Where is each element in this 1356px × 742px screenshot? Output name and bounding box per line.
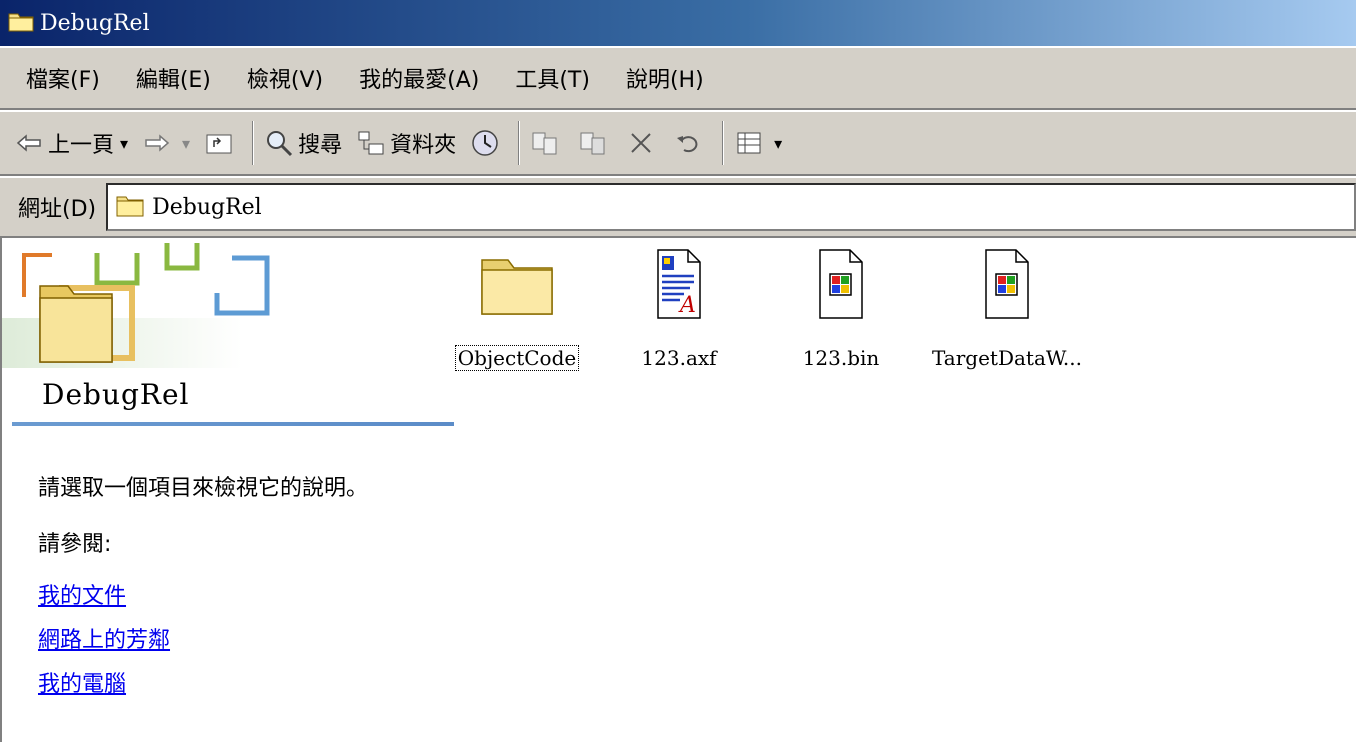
back-button[interactable]: 上一頁 ▾ [14, 121, 128, 165]
back-arrow-icon [14, 128, 44, 158]
history-button[interactable] [470, 121, 504, 165]
search-icon [264, 128, 294, 158]
toolbar-separator [252, 121, 255, 165]
search-button[interactable]: 搜尋 [264, 121, 342, 165]
menu-favorites[interactable]: 我的最愛(A) [359, 62, 479, 94]
link-my-documents[interactable]: 我的文件 [38, 578, 126, 610]
folder-icon [8, 10, 34, 36]
close-icon [626, 128, 656, 158]
back-label: 上一頁 [48, 133, 115, 158]
document-icon: A [657, 249, 701, 319]
search-label: 搜尋 [298, 133, 343, 158]
undo-icon [674, 128, 704, 158]
menu-bar: 檔案(F) 編輯(E) 檢視(V) 我的最愛(A) 工具(T) 說明(H) [0, 46, 1356, 110]
history-icon [470, 128, 500, 158]
up-folder-button[interactable] [204, 121, 238, 165]
views-button[interactable]: ▾ [734, 121, 782, 165]
file-item[interactable]: 123.bin [766, 248, 916, 378]
file-name: ObjectCode [442, 345, 592, 371]
file-name: 123.axf [641, 346, 717, 370]
pane-divider [12, 422, 454, 426]
undo-button[interactable] [674, 121, 708, 165]
file-item[interactable]: TargetDataW... [932, 248, 1082, 378]
link-my-computer[interactable]: 我的電腦 [38, 666, 126, 698]
move-to-icon [530, 128, 560, 158]
toolbar: 上一頁 ▾ ▾ 搜尋 資料夾 ▾ [0, 110, 1356, 176]
folders-button[interactable]: 資料夾 [356, 121, 456, 165]
menu-tools[interactable]: 工具(T) [515, 62, 590, 94]
pane-title: DebugRel [42, 378, 190, 411]
copy-to-icon [578, 128, 608, 158]
folder-tree-icon [356, 128, 386, 158]
pane-description: 請選取一個項目來檢視它的說明。 [38, 476, 369, 501]
forward-arrow-icon [142, 128, 172, 158]
views-icon [734, 128, 764, 158]
address-input[interactable]: DebugRel [106, 183, 1356, 231]
folder-icon [481, 259, 553, 315]
menu-help[interactable]: 說明(H) [626, 62, 704, 94]
folder-view: DebugRel 請選取一個項目來檢視它的說明。 請參閱: 我的文件 網路上的芳… [0, 238, 1356, 742]
address-label: 網址(D) [18, 197, 97, 222]
delete-button[interactable] [626, 121, 660, 165]
forward-button[interactable]: ▾ [142, 121, 190, 165]
toolbar-separator [722, 121, 725, 165]
menu-edit[interactable]: 編輯(E) [136, 62, 211, 94]
up-folder-icon [204, 128, 234, 158]
file-name: TargetDataW... [932, 346, 1082, 370]
file-name: 123.bin [802, 346, 880, 370]
folders-label: 資料夾 [390, 133, 457, 158]
address-bar: 網址(D) DebugRel [0, 176, 1356, 238]
chevron-down-icon[interactable]: ▾ [120, 134, 128, 153]
web-view-pane: DebugRel 請選取一個項目來檢視它的說明。 請參閱: 我的文件 網路上的芳… [2, 238, 454, 742]
file-item[interactable]: ObjectCode [442, 248, 592, 378]
file-item[interactable]: A 123.axf [604, 248, 754, 378]
copy-to-button[interactable] [578, 121, 612, 165]
windows-file-icon [985, 249, 1029, 319]
svg-text:A: A [678, 293, 696, 318]
move-to-button[interactable] [530, 121, 564, 165]
menu-file[interactable]: 檔案(F) [26, 62, 100, 94]
window-title: DebugRel [40, 10, 150, 36]
toolbar-separator [518, 121, 521, 165]
address-value: DebugRel [152, 194, 262, 220]
windows-file-icon [819, 249, 863, 319]
title-bar: DebugRel [0, 0, 1356, 46]
link-network-places[interactable]: 網路上的芳鄰 [38, 622, 170, 654]
folder-icon [116, 193, 144, 221]
chevron-down-icon[interactable]: ▾ [774, 134, 782, 153]
chevron-down-icon[interactable]: ▾ [182, 134, 190, 153]
menu-view[interactable]: 檢視(V) [247, 62, 323, 94]
see-also-label: 請參閱: [38, 532, 112, 557]
